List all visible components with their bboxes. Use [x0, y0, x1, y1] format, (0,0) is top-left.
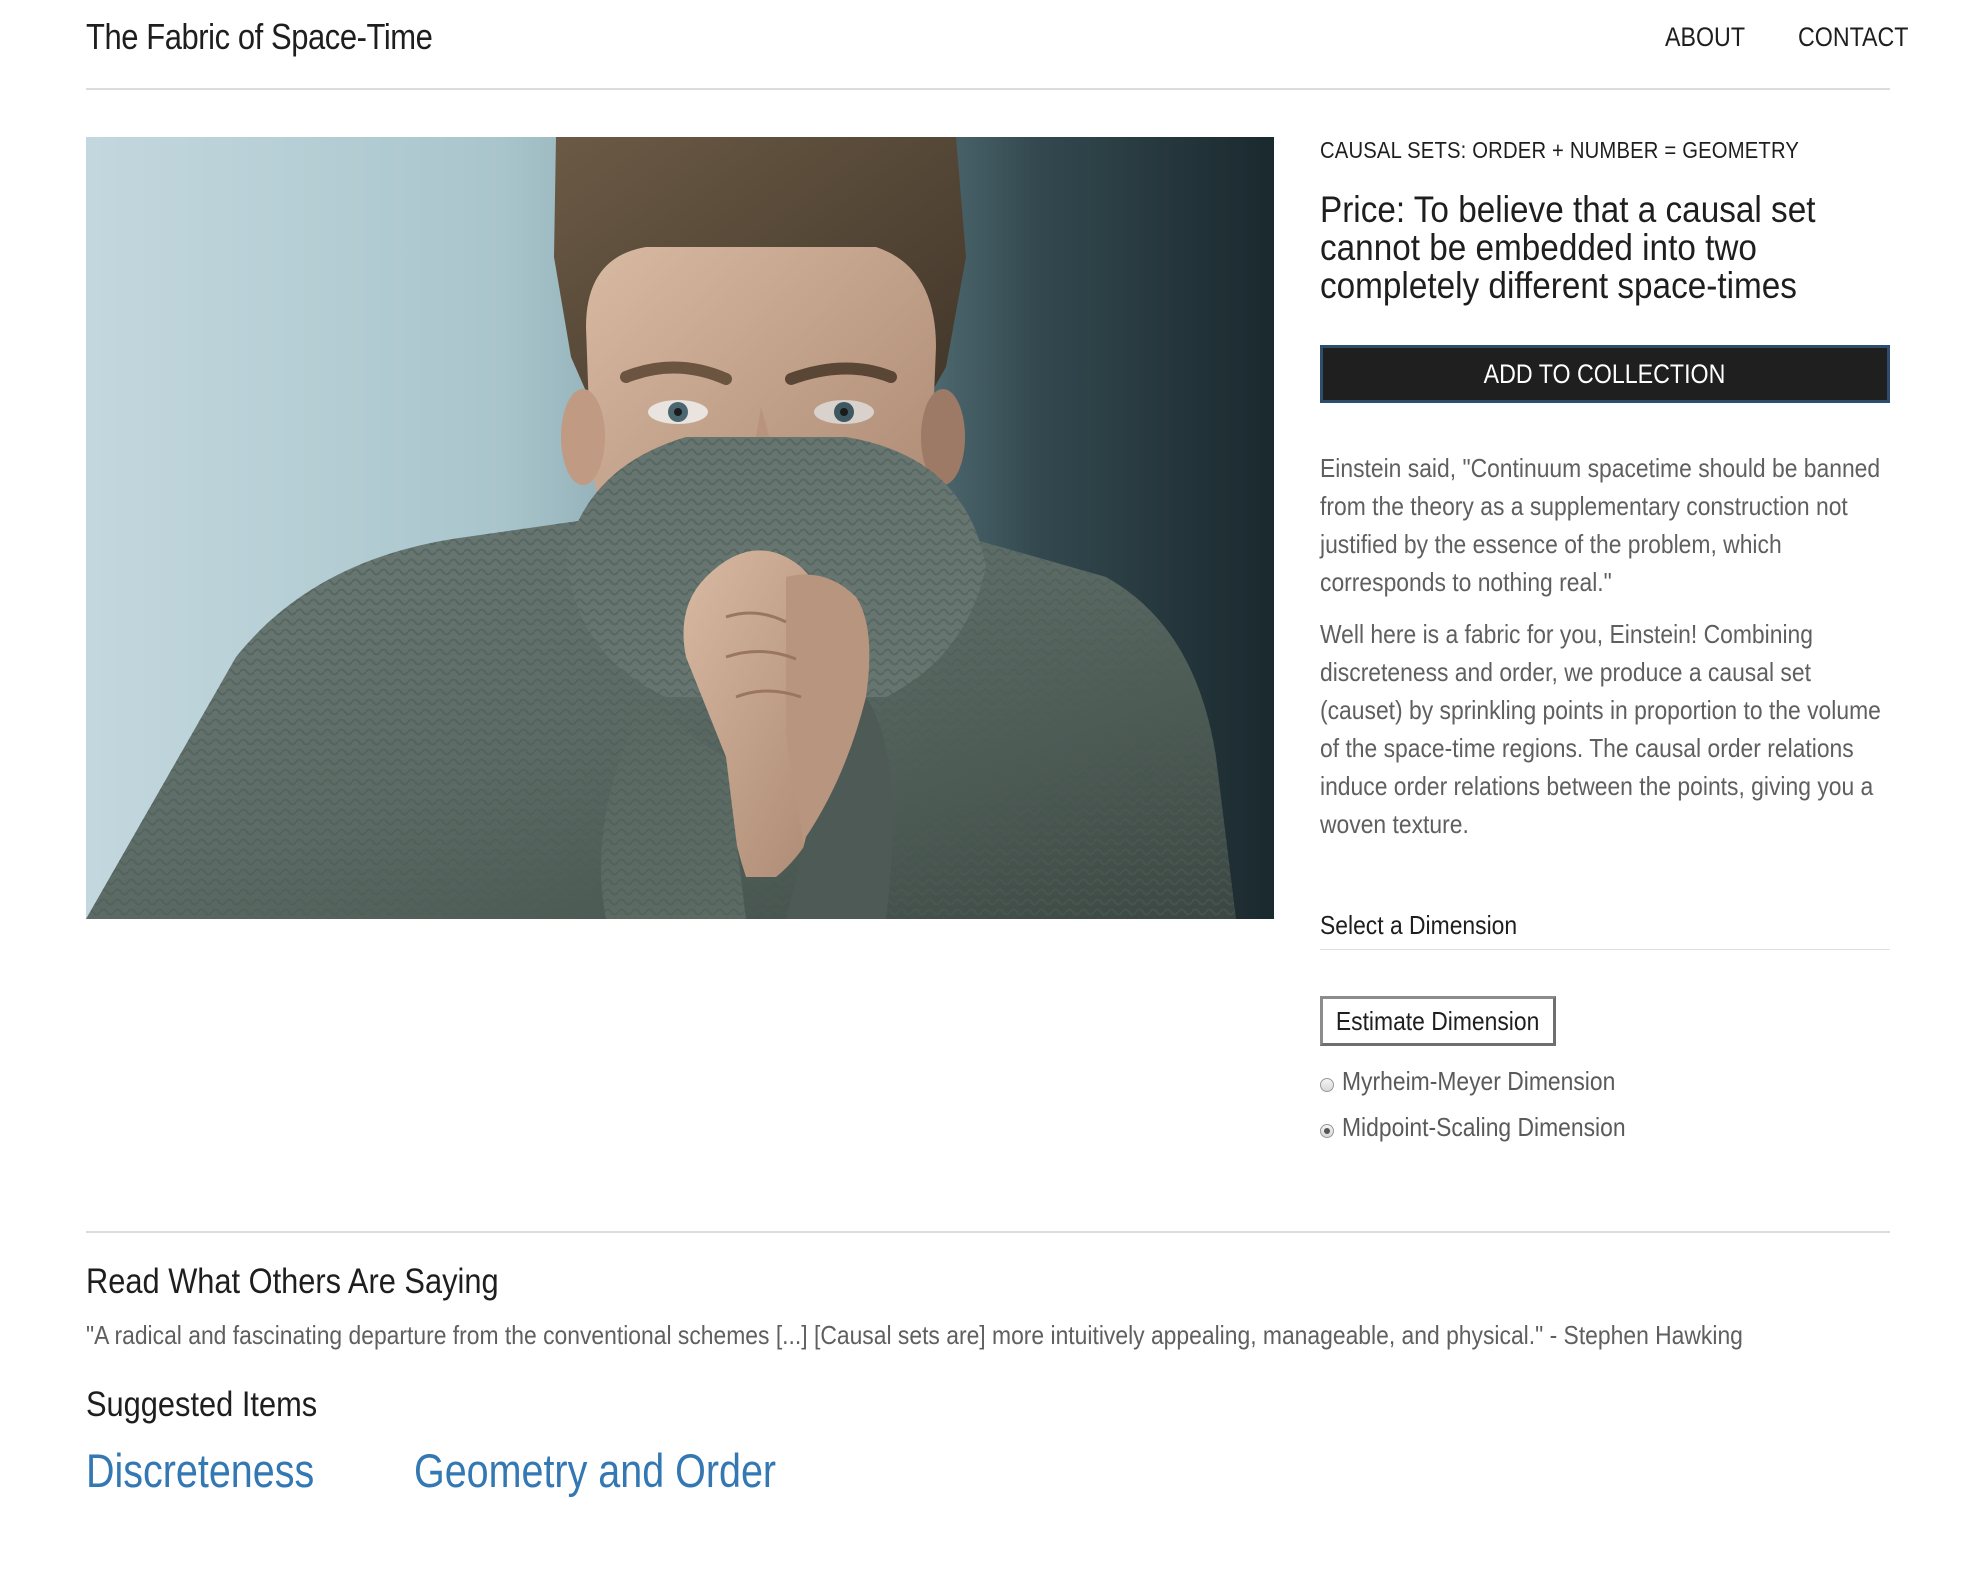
site-title[interactable]: The Fabric of Space-Time — [86, 16, 433, 58]
product-details: CAUSAL SETS: ORDER + NUMBER = GEOMETRY P… — [1320, 137, 1890, 857]
add-to-collection-label: ADD TO COLLECTION — [1484, 358, 1726, 389]
suggested-link-discreteness[interactable]: Discreteness — [86, 1443, 376, 1498]
product-subtitle: CAUSAL SETS: ORDER + NUMBER = GEOMETRY — [1320, 137, 1800, 163]
description-paragraph-2: Well here is a fabric for you, Einstein!… — [1320, 619, 1881, 839]
suggested-items-list: Discreteness Geometry and Order — [86, 1443, 824, 1498]
radio-myrheim-meyer[interactable]: Myrheim-Meyer Dimension — [1320, 1066, 1653, 1097]
reviews-heading: Read What Others Are Saying — [86, 1262, 499, 1301]
radio-midpoint-scaling[interactable]: Midpoint-Scaling Dimension — [1320, 1112, 1664, 1143]
suggested-items-heading: Suggested Items — [86, 1385, 318, 1424]
product-image — [86, 137, 1274, 919]
radio-myrheim-meyer-label: Myrheim-Meyer Dimension — [1342, 1066, 1616, 1096]
main-nav: ABOUT CONTACT — [1652, 22, 1908, 53]
nav-contact-link[interactable]: CONTACT — [1797, 22, 1908, 53]
radio-button-unchecked[interactable] — [1320, 1077, 1334, 1092]
dimension-section-label: Select a Dimension — [1320, 910, 1518, 940]
dimension-divider — [1320, 949, 1890, 950]
radio-midpoint-scaling-label: Midpoint-Scaling Dimension — [1342, 1112, 1626, 1142]
product-description: Einstein said, "Continuum spacetime shou… — [1320, 449, 1883, 843]
description-paragraph-1: Einstein said, "Continuum spacetime shou… — [1320, 453, 1881, 597]
review-quote: "A radical and fascinating departure fro… — [86, 1320, 1743, 1350]
suggested-link-discreteness-label: Discreteness — [86, 1444, 315, 1497]
estimate-dimension-button[interactable]: Estimate Dimension — [1320, 996, 1556, 1046]
page: The Fabric of Space-Time ABOUT CONTACT C… — [0, 0, 1962, 1576]
header-divider — [86, 88, 1890, 90]
suggested-link-geometry-and-order[interactable]: Geometry and Order — [414, 1443, 824, 1498]
reviews-divider — [86, 1231, 1890, 1233]
suggested-link-geometry-and-order-label: Geometry and Order — [414, 1444, 777, 1497]
nav-about-link[interactable]: ABOUT — [1666, 22, 1746, 53]
radio-button-checked[interactable] — [1320, 1123, 1334, 1138]
add-to-collection-button[interactable]: ADD TO COLLECTION — [1320, 345, 1890, 403]
product-price: Price: To believe that a causal set cann… — [1320, 189, 1816, 306]
estimate-dimension-label: Estimate Dimension — [1336, 1005, 1540, 1036]
